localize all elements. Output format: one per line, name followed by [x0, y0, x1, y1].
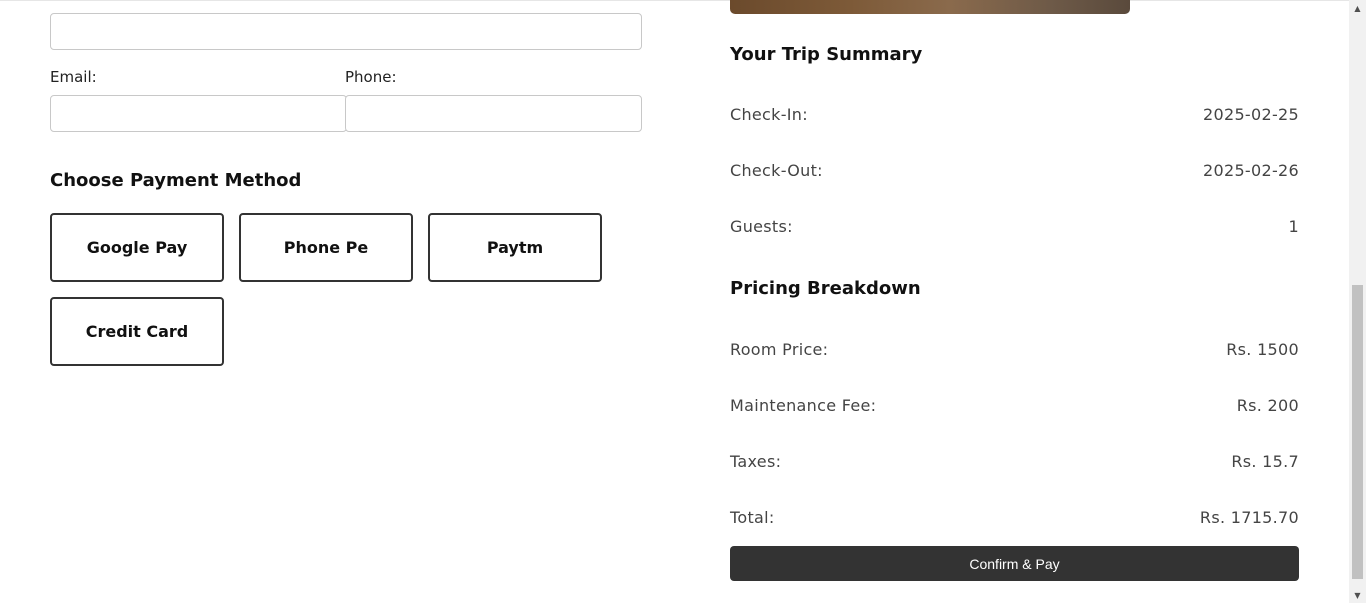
phone-label: Phone: — [345, 68, 397, 86]
google-pay-button[interactable]: Google Pay — [50, 213, 224, 282]
summary-row-check-out: Check-Out: 2025-02-26 — [730, 158, 1299, 182]
trip-summary-panel: Your Trip Summary Check-In: 2025-02-25 C… — [730, 0, 1299, 603]
row-value: 1 — [1288, 216, 1299, 236]
row-value: Rs. 1715.70 — [1199, 507, 1299, 527]
row-label: Taxes: — [730, 451, 782, 471]
row-label: Check-In: — [730, 104, 808, 124]
email-field[interactable] — [50, 95, 347, 132]
row-value: Rs. 200 — [1236, 395, 1299, 415]
summary-row-check-in: Check-In: 2025-02-25 — [730, 102, 1299, 126]
vertical-scrollbar[interactable]: ▲ ▼ — [1349, 0, 1366, 603]
row-label: Room Price: — [730, 339, 829, 359]
scroll-up-icon[interactable]: ▲ — [1349, 0, 1366, 16]
row-value: 2025-02-26 — [1203, 160, 1299, 180]
scrollbar-thumb[interactable] — [1352, 285, 1363, 579]
phone-field[interactable] — [345, 95, 642, 132]
pricing-row-total: Total: Rs. 1715.70 — [730, 505, 1299, 529]
phone-pe-button[interactable]: Phone Pe — [239, 213, 413, 282]
pricing-row-maintenance-fee: Maintenance Fee: Rs. 200 — [730, 393, 1299, 417]
hotel-image — [730, 0, 1130, 14]
trip-summary-title: Your Trip Summary — [730, 44, 923, 65]
row-value: Rs. 1500 — [1226, 339, 1299, 359]
confirm-pay-button[interactable]: Confirm & Pay — [730, 546, 1299, 581]
row-label: Guests: — [730, 216, 793, 236]
row-label: Check-Out: — [730, 160, 823, 180]
row-label: Maintenance Fee: — [730, 395, 877, 415]
row-value: Rs. 15.7 — [1231, 451, 1299, 471]
payment-method-title: Choose Payment Method — [50, 170, 302, 191]
email-label: Email: — [50, 68, 97, 86]
row-value: 2025-02-25 — [1203, 104, 1299, 124]
row-label: Total: — [730, 507, 775, 527]
paytm-button[interactable]: Paytm — [428, 213, 602, 282]
name-field[interactable] — [50, 13, 642, 50]
pricing-row-taxes: Taxes: Rs. 15.7 — [730, 449, 1299, 473]
credit-card-button[interactable]: Credit Card — [50, 297, 224, 366]
scroll-down-icon[interactable]: ▼ — [1349, 587, 1366, 603]
summary-row-guests: Guests: 1 — [730, 214, 1299, 238]
pricing-breakdown-title: Pricing Breakdown — [730, 278, 921, 299]
pricing-row-room-price: Room Price: Rs. 1500 — [730, 337, 1299, 361]
